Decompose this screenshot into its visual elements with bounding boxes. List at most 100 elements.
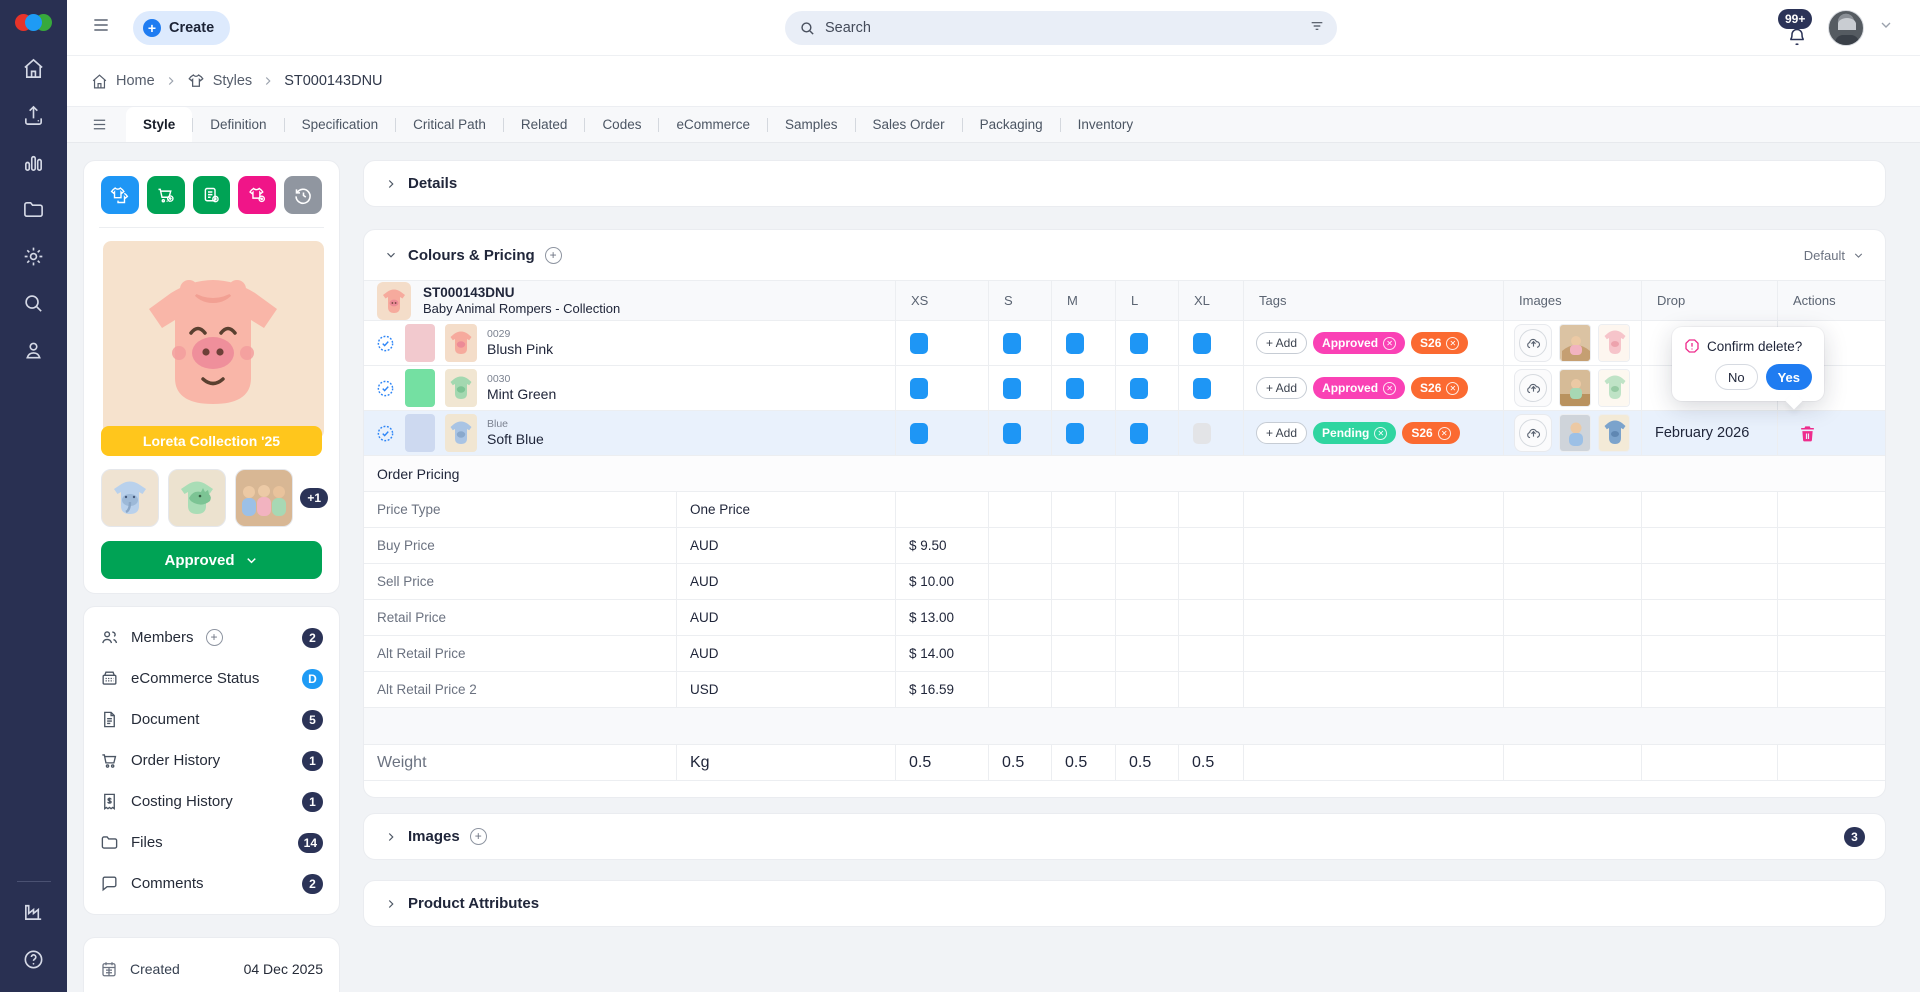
tab-ecommerce[interactable]: eCommerce <box>659 107 767 142</box>
add-to-order-button[interactable] <box>146 176 185 214</box>
status-dropdown[interactable]: Approved <box>101 541 322 579</box>
tab-style[interactable]: Style <box>126 107 193 142</box>
add-member-icon[interactable]: + <box>205 629 223 646</box>
menu-icon[interactable] <box>91 15 111 40</box>
chevron-down-icon[interactable] <box>1878 17 1894 38</box>
colour-swatch[interactable] <box>405 324 435 362</box>
drop-value[interactable]: February 2026 <box>1641 411 1777 455</box>
size-availability-xl[interactable] <box>1193 422 1211 444</box>
info-row-members[interactable]: Members + 2 <box>100 617 323 658</box>
create-button[interactable]: + Create <box>133 10 231 45</box>
size-availability-xl[interactable] <box>1193 332 1211 354</box>
weight-xl[interactable]: 0.5 <box>1178 745 1243 780</box>
analytics-icon[interactable] <box>22 151 45 174</box>
add-colour-icon[interactable]: + <box>544 246 562 264</box>
thumbnail-elephant-romper[interactable] <box>101 469 159 527</box>
avatar[interactable] <box>1828 9 1864 46</box>
tabs-menu-icon[interactable] <box>91 107 108 142</box>
weight-l[interactable]: 0.5 <box>1115 745 1178 780</box>
remove-tag-icon[interactable]: ✕ <box>1374 426 1388 440</box>
size-availability-m[interactable] <box>1066 422 1084 444</box>
home-icon[interactable] <box>22 57 45 80</box>
view-selector-dropdown[interactable]: Default <box>1804 248 1865 263</box>
more-images-badge[interactable]: +1 <box>300 488 328 508</box>
weight-xs[interactable]: 0.5 <box>895 745 988 780</box>
size-availability-xs[interactable] <box>910 422 928 444</box>
row-check-icon[interactable] <box>376 334 395 353</box>
tag-pending[interactable]: Pending ✕ <box>1313 422 1397 444</box>
section-images[interactable]: Images + 3 <box>363 813 1886 860</box>
user-icon[interactable] <box>22 339 45 362</box>
size-availability-xs[interactable] <box>910 377 928 399</box>
tab-codes[interactable]: Codes <box>585 107 658 142</box>
help-icon[interactable] <box>22 948 45 976</box>
notifications-button[interactable]: 99+ <box>1778 8 1814 47</box>
colour-swatch[interactable] <box>405 369 435 407</box>
size-availability-m[interactable] <box>1066 332 1084 354</box>
add-costing-button[interactable] <box>192 176 231 214</box>
size-availability-m[interactable] <box>1066 377 1084 399</box>
remove-tag-icon[interactable]: ✕ <box>1437 426 1451 440</box>
copy-style-button[interactable] <box>101 176 139 214</box>
tag-season[interactable]: S26 ✕ <box>1411 377 1469 399</box>
upload-image-button[interactable] <box>1514 324 1552 362</box>
add-image-icon[interactable]: + <box>469 828 487 845</box>
remove-tag-icon[interactable]: ✕ <box>1383 381 1397 395</box>
tab-packaging[interactable]: Packaging <box>963 107 1060 142</box>
thumbnail-babies-photo[interactable] <box>235 469 293 527</box>
weight-s[interactable]: 0.5 <box>988 745 1051 780</box>
size-availability-l[interactable] <box>1130 377 1148 399</box>
breadcrumb-styles[interactable]: Styles <box>187 72 252 90</box>
tag-approved[interactable]: Approved ✕ <box>1313 377 1406 399</box>
filter-icon[interactable] <box>1309 18 1325 39</box>
info-row-files[interactable]: Files 14 <box>100 822 323 863</box>
style-hero-image[interactable] <box>103 241 324 439</box>
tab-critical-path[interactable]: Critical Path <box>396 107 503 142</box>
tab-definition[interactable]: Definition <box>193 107 283 142</box>
remove-tag-icon[interactable]: ✕ <box>1446 381 1460 395</box>
factory-icon[interactable] <box>22 900 45 928</box>
weight-m[interactable]: 0.5 <box>1051 745 1115 780</box>
colour-thumbnail[interactable] <box>445 369 477 407</box>
section-details[interactable]: Details <box>363 160 1886 207</box>
app-logo[interactable] <box>15 14 52 31</box>
colour-photo-thumbnail[interactable] <box>1559 369 1591 407</box>
size-availability-s[interactable] <box>1003 332 1021 354</box>
add-tag-button[interactable]: + Add <box>1256 377 1308 399</box>
info-row-comments[interactable]: Comments 2 <box>100 863 323 904</box>
tab-sales-order[interactable]: Sales Order <box>856 107 962 142</box>
upload-image-button[interactable] <box>1514 369 1552 407</box>
confirm-yes-button[interactable]: Yes <box>1765 364 1812 390</box>
colour-sketch-thumbnail[interactable] <box>1598 369 1630 407</box>
remove-tag-icon[interactable]: ✕ <box>1383 336 1397 350</box>
tag-season[interactable]: S26 ✕ <box>1402 422 1460 444</box>
size-availability-xs[interactable] <box>910 332 928 354</box>
upload-image-button[interactable] <box>1514 414 1552 452</box>
search-nav-icon[interactable] <box>22 292 45 315</box>
breadcrumb-home[interactable]: Home <box>91 73 155 90</box>
colour-thumbnail[interactable] <box>445 324 477 362</box>
tab-specification[interactable]: Specification <box>285 107 396 142</box>
size-availability-s[interactable] <box>1003 377 1021 399</box>
size-availability-l[interactable] <box>1130 422 1148 444</box>
search-input[interactable] <box>825 20 1309 36</box>
info-row-ecommerce-status[interactable]: eCommerce Status D <box>100 658 323 699</box>
colour-photo-thumbnail[interactable] <box>1559 414 1591 452</box>
colour-swatch[interactable] <box>405 414 435 452</box>
info-row-document[interactable]: Document 5 <box>100 699 323 740</box>
tag-approved[interactable]: Approved ✕ <box>1313 332 1406 354</box>
upload-icon[interactable] <box>22 104 45 127</box>
chevron-down-icon[interactable] <box>384 248 398 262</box>
remove-tag-icon[interactable]: ✕ <box>1446 336 1460 350</box>
delete-colour-button[interactable] <box>1798 424 1817 443</box>
thumbnail-dino-romper[interactable] <box>168 469 226 527</box>
row-check-icon[interactable] <box>376 424 395 443</box>
size-availability-xl[interactable] <box>1193 377 1211 399</box>
size-availability-s[interactable] <box>1003 422 1021 444</box>
colour-sketch-thumbnail[interactable] <box>1598 414 1630 452</box>
remove-style-button[interactable] <box>238 176 277 214</box>
info-row-costing-history[interactable]: Costing History 1 <box>100 781 323 822</box>
section-product-attributes[interactable]: Product Attributes <box>363 880 1886 927</box>
settings-icon[interactable] <box>22 245 45 268</box>
confirm-no-button[interactable]: No <box>1714 364 1758 390</box>
